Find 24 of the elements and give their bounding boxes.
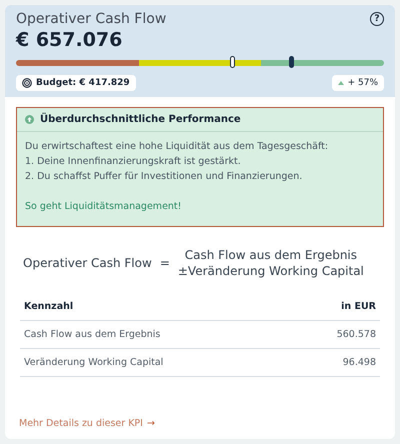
alert-title: Überdurchschnittliche Performance — [40, 114, 241, 125]
column-header: Kennzahl — [20, 293, 292, 320]
alert-text: Du erwirtschaftest eine hohe Liquidität aus dem Tagesgeschäft: — [25, 140, 330, 154]
kpi-title: Operativer Cash Flow — [16, 11, 166, 27]
liquidity-link[interactable]: So geht Liquiditätsmanagement! — [25, 199, 182, 214]
equals-sign: = — [160, 256, 170, 270]
alert-text: 2. Du schaffst Puffer für Investitionen und Finanzierungen. — [25, 170, 304, 184]
change-value: + 57% — [348, 78, 378, 88]
table-cell: 96.498 — [292, 348, 380, 376]
alert-text: 1. Deine Innenfinanzierungskraft ist gestärkt. — [25, 155, 242, 169]
budget-label: Budget: € 417.829 — [36, 78, 130, 88]
formula-term: Cash Flow aus dem Ergebnis — [184, 247, 358, 263]
arrow-right-icon: → — [146, 418, 155, 429]
kpi-value: € 657.076 — [16, 29, 124, 51]
table-cell: 560.578 — [292, 320, 380, 348]
table-cell: Veränderung Working Capital — [20, 348, 292, 376]
details-link[interactable]: Mehr Details zu dieser KPI — [19, 418, 143, 429]
table-cell: Cash Flow aus dem Ergebnis — [20, 320, 292, 348]
column-header: in EUR — [292, 293, 380, 320]
arrow-up-icon — [25, 115, 34, 124]
formula-term: ±Veränderung Working Capital — [178, 263, 364, 279]
help-icon[interactable]: ? — [370, 12, 384, 26]
formula-term: Operativer Cash Flow — [23, 256, 152, 270]
target-icon — [22, 78, 32, 88]
